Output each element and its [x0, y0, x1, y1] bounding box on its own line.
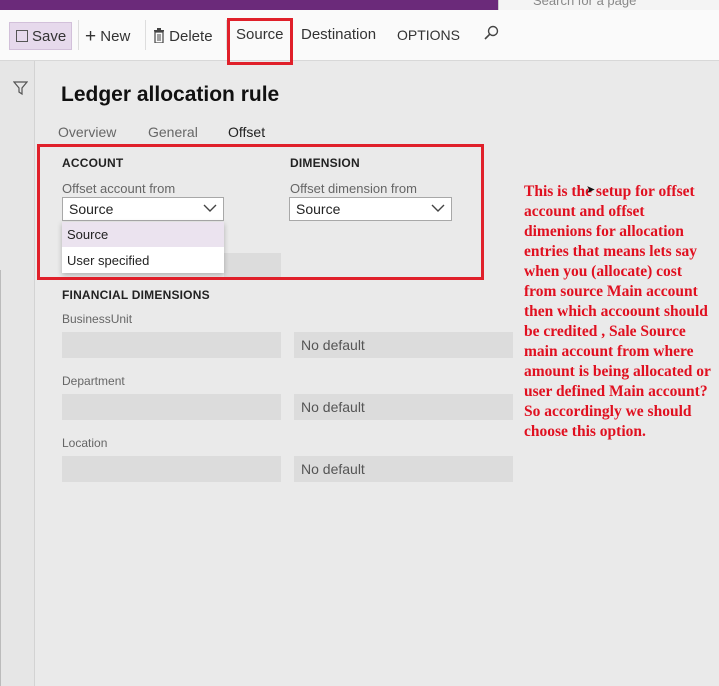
search-placeholder: Search for a page	[533, 0, 637, 8]
action-search-button[interactable]	[483, 22, 499, 48]
department-field[interactable]	[62, 394, 281, 420]
delete-button[interactable]: Delete	[153, 24, 213, 50]
business-unit-default[interactable]: No default	[294, 332, 513, 358]
tab-overview[interactable]: Overview	[58, 124, 116, 140]
save-icon	[16, 30, 28, 42]
offset-section-highlight-box	[37, 144, 484, 280]
tab-offset[interactable]: Offset	[228, 124, 265, 140]
filter-icon	[12, 81, 29, 96]
financial-dimensions-header: FINANCIAL DIMENSIONS	[62, 288, 210, 302]
toolbar-separator	[78, 20, 79, 50]
destination-tab-button[interactable]: Destination	[301, 22, 376, 48]
new-label: New	[100, 28, 131, 45]
department-label: Department	[62, 374, 125, 388]
trash-icon	[154, 28, 164, 44]
toolbar-separator	[145, 20, 146, 50]
rail-edge	[0, 270, 1, 686]
source-highlight-box	[227, 18, 293, 65]
page-title: Ledger allocation rule	[61, 83, 280, 106]
department-default-value: No default	[301, 399, 365, 415]
search-icon	[484, 25, 499, 40]
options-tab-button[interactable]: OPTIONS	[397, 22, 460, 48]
left-rail	[0, 61, 35, 686]
location-default[interactable]: No default	[294, 456, 513, 482]
save-button[interactable]: Save	[9, 22, 72, 50]
tab-general[interactable]: General	[148, 124, 198, 140]
annotation-note: This is the setup for offset account and…	[524, 183, 711, 440]
mouse-cursor-icon: ➤	[586, 184, 596, 196]
business-unit-default-value: No default	[301, 337, 365, 353]
search-box[interactable]: Search for a page	[498, 0, 719, 10]
location-default-value: No default	[301, 461, 365, 477]
filter-button[interactable]	[12, 81, 29, 101]
new-button[interactable]: + New	[85, 24, 130, 50]
department-default[interactable]: No default	[294, 394, 513, 420]
business-unit-field[interactable]	[62, 332, 281, 358]
delete-label: Delete	[169, 28, 213, 45]
location-field[interactable]	[62, 456, 281, 482]
location-label: Location	[62, 436, 108, 450]
action-pane: Save + New Delete Source Destination OPT…	[0, 10, 719, 61]
plus-icon: +	[85, 26, 97, 47]
business-unit-label: BusinessUnit	[62, 312, 133, 326]
save-label: Save	[32, 28, 67, 45]
